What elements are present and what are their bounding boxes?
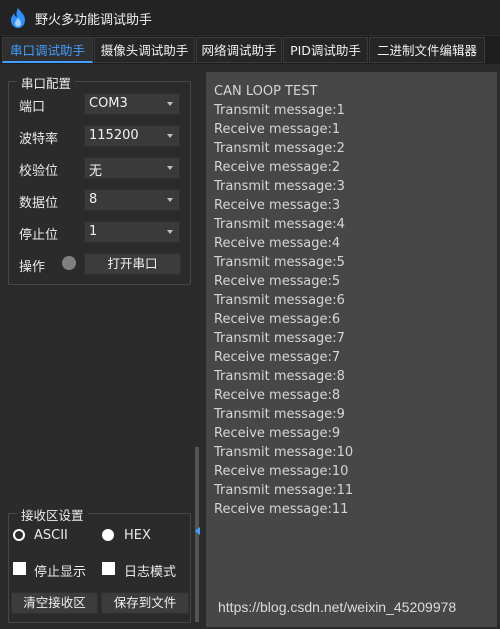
- output-line: CAN LOOP TEST: [214, 84, 318, 99]
- chevron-down-icon: [167, 198, 173, 202]
- output-line: Receive message:2: [214, 160, 341, 175]
- hex-radio[interactable]: [102, 529, 114, 541]
- output-line: Receive message:4: [214, 236, 341, 251]
- parity-select[interactable]: 无: [84, 157, 180, 179]
- output-line: Transmit message:1: [214, 103, 345, 118]
- log-mode-checkbox[interactable]: [102, 562, 115, 575]
- tab-bar: 串口调试助手 摄像头调试助手 网络调试助手 PID调试助手 二进制文件编辑器: [0, 36, 500, 64]
- output-line: Transmit message:10: [214, 445, 354, 460]
- stop-bits-value: 1: [89, 224, 98, 239]
- port-label: 端口: [19, 100, 46, 115]
- clear-receive-button[interactable]: 清空接收区: [11, 592, 98, 614]
- watermark: https://blog.csdn.net/weixin_45209978: [218, 599, 457, 615]
- ascii-radio[interactable]: [13, 529, 25, 541]
- output-line: Transmit message:5: [214, 255, 345, 270]
- output-line: Receive message:6: [214, 312, 341, 327]
- output-line: Transmit message:7: [214, 331, 345, 346]
- chevron-down-icon: [167, 230, 173, 234]
- save-to-file-button[interactable]: 保存到文件: [101, 592, 189, 614]
- data-bits-select[interactable]: 8: [84, 189, 180, 211]
- flame-logo-icon: [11, 8, 25, 28]
- parity-value: 无: [89, 164, 103, 179]
- tab-binary-editor[interactable]: 二进制文件编辑器: [369, 37, 485, 63]
- output-line: Transmit message:8: [214, 369, 345, 384]
- tab-serial-debug[interactable]: 串口调试助手: [2, 37, 93, 63]
- parity-label: 校验位: [19, 164, 59, 179]
- output-line: Transmit message:2: [214, 141, 345, 156]
- tab-camera-debug[interactable]: 摄像头调试助手: [94, 37, 195, 63]
- baud-value: 115200: [89, 128, 139, 143]
- output-line: Receive message:3: [214, 198, 341, 213]
- data-bits-value: 8: [89, 192, 98, 207]
- output-line: Receive message:1: [214, 122, 341, 137]
- output-line: Transmit message:4: [214, 217, 345, 232]
- tab-network-debug[interactable]: 网络调试助手: [196, 37, 282, 63]
- app-title: 野火多功能调试助手: [35, 13, 153, 28]
- open-port-button[interactable]: 打开串口: [84, 253, 181, 275]
- splitter-handle-icon[interactable]: [195, 527, 200, 535]
- baud-select[interactable]: 115200: [84, 125, 180, 147]
- baud-label: 波特率: [19, 132, 59, 147]
- port-select[interactable]: COM3: [84, 93, 180, 115]
- stop-bits-select[interactable]: 1: [84, 221, 180, 243]
- hex-label: HEX: [124, 528, 151, 543]
- operation-label: 操作: [19, 260, 46, 275]
- output-line: Transmit message:6: [214, 293, 345, 308]
- stop-display-checkbox[interactable]: [13, 562, 26, 575]
- receive-settings-title: 接收区设置: [17, 505, 88, 524]
- serial-config-group: 串口配置 端口 COM3 波特率 115200 校验位 无 数据位 8 停止位 …: [8, 73, 191, 285]
- data-bits-label: 数据位: [19, 196, 59, 211]
- receive-output-area[interactable]: CAN LOOP TEST Transmit message:1 Receive m…: [206, 72, 497, 627]
- stop-display-label: 停止显示: [34, 565, 87, 580]
- output-line: Receive message:7: [214, 350, 341, 365]
- output-line: Transmit message:9: [214, 407, 345, 422]
- chevron-down-icon: [167, 102, 173, 106]
- serial-config-title: 串口配置: [17, 73, 76, 92]
- output-line: Transmit message:11: [214, 483, 354, 498]
- tab-pid-debug[interactable]: PID调试助手: [283, 37, 368, 63]
- port-status-indicator: [62, 256, 76, 270]
- output-line: Receive message:5: [214, 274, 341, 289]
- output-line: Transmit message:3: [214, 179, 345, 194]
- output-line: Receive message:9: [214, 426, 341, 441]
- chevron-down-icon: [167, 166, 173, 170]
- title-bar: 野火多功能调试助手: [0, 0, 500, 35]
- stop-bits-label: 停止位: [19, 228, 59, 243]
- output-line: Receive message:8: [214, 388, 341, 403]
- output-line: Receive message:10: [214, 464, 349, 479]
- chevron-down-icon: [167, 134, 173, 138]
- left-panel: 串口配置 端口 COM3 波特率 115200 校验位 无 数据位 8 停止位 …: [0, 64, 203, 629]
- ascii-label: ASCII: [34, 528, 68, 543]
- log-mode-label: 日志模式: [124, 565, 177, 580]
- receive-settings-group: 接收区设置 ASCII HEX 停止显示 日志模式 清空接收区 保存到文件: [8, 505, 191, 623]
- port-value: COM3: [89, 96, 128, 111]
- output-line: Receive message:11: [214, 502, 349, 517]
